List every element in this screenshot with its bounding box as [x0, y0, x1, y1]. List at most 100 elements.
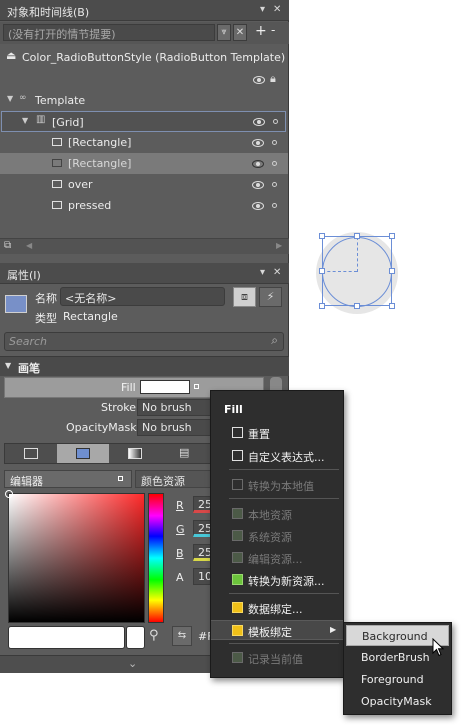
menu-item-system-resource[interactable]: 系统资源 — [211, 526, 343, 546]
menu-item-data-binding[interactable]: 数据绑定... — [211, 598, 343, 618]
tree-item-pressed[interactable]: pressed — [0, 195, 288, 216]
close-icon[interactable]: ✕ — [273, 267, 281, 278]
color-preview-new — [8, 626, 125, 649]
lock-dot-icon[interactable] — [272, 182, 277, 187]
no-brush-tab[interactable] — [5, 444, 57, 463]
tree-item-label: pressed — [68, 199, 112, 212]
tree-item-grid[interactable]: ▼ ▥ [Grid] — [1, 111, 286, 132]
close-storyboard-icon[interactable]: ✕ — [233, 24, 247, 41]
tree-item-rectangle[interactable]: [Rectangle] — [0, 132, 288, 153]
menu-item-custom-expression[interactable]: 自定义表达式... — [211, 446, 343, 466]
channel-b-label: B — [176, 547, 184, 560]
storyboard-selector[interactable]: (没有打开的情节提要) — [3, 24, 215, 41]
submenu-item-foreground[interactable]: Foreground — [346, 669, 449, 690]
tab-color-resources[interactable]: 颜色资源 — [135, 470, 211, 488]
rectangle-icon — [52, 138, 62, 146]
properties-view-icon[interactable]: ⧈ — [233, 287, 256, 307]
submenu-item-label: OpacityMask — [361, 695, 432, 708]
eye-icon[interactable] — [252, 202, 264, 210]
resize-handle[interactable] — [389, 233, 395, 239]
menu-item-convert-local[interactable]: 转换为本地值 — [211, 475, 343, 495]
pin-icon[interactable]: ▾ — [260, 4, 265, 15]
submenu-arrow-icon: ▶ — [330, 625, 337, 634]
lock-icon[interactable]: 🔒︎ — [270, 72, 276, 86]
grid-icon: ▥ — [36, 114, 46, 125]
tree-item-label: Template — [35, 94, 86, 107]
menu-item-record-current-value[interactable]: 记录当前值 — [211, 648, 343, 668]
opacitymask-label: OpacityMask — [66, 421, 137, 434]
chevron-down-icon[interactable]: ⌄ — [128, 657, 137, 670]
menu-separator — [229, 498, 339, 499]
resize-handle[interactable] — [319, 303, 325, 309]
menu-separator — [229, 469, 339, 470]
template-binding-submenu: Background BorderBrush Foreground Opacit… — [343, 622, 452, 715]
advanced-options-icon[interactable] — [194, 384, 199, 389]
swap-color-icon[interactable]: ⇆ — [172, 626, 192, 646]
resize-handle[interactable] — [354, 233, 360, 239]
resource-brush-tab[interactable]: ▤ — [161, 444, 211, 463]
solid-brush-tab[interactable] — [57, 444, 109, 463]
eye-icon[interactable] — [252, 160, 264, 168]
lock-dot-icon[interactable] — [272, 140, 277, 145]
menu-item-label: 记录当前值 — [248, 653, 303, 666]
color-saturation-picker[interactable] — [5, 490, 145, 623]
name-input[interactable]: <无名称> — [60, 287, 225, 306]
chevron-down-icon[interactable]: ⩔ — [217, 24, 231, 41]
eye-icon[interactable] — [252, 181, 264, 189]
expand-icon[interactable]: ▼ — [7, 94, 13, 103]
menu-item-convert-new-resource[interactable]: 转换为新资源... — [211, 570, 343, 590]
close-icon[interactable]: ✕ — [273, 4, 281, 15]
resize-handle[interactable] — [319, 233, 325, 239]
lock-dot-icon[interactable] — [272, 203, 277, 208]
resize-handle[interactable] — [389, 303, 395, 309]
scope-up-icon[interactable]: ⏏ — [6, 49, 16, 62]
search-input[interactable]: Search ⌕ — [4, 332, 284, 351]
hue-slider[interactable] — [148, 493, 164, 623]
pin-icon[interactable]: ▾ — [260, 267, 265, 278]
expand-icon[interactable]: ▼ — [22, 116, 28, 125]
tree-item-label: [Rectangle] — [68, 136, 132, 149]
data-binding-icon — [232, 602, 243, 613]
submenu-item-opacitymask[interactable]: OpacityMask — [346, 691, 449, 712]
gradient-brush-tab[interactable] — [109, 444, 161, 463]
menu-item-label: 编辑资源... — [248, 553, 303, 566]
no-brush-icon — [24, 448, 38, 459]
scroll-left-icon[interactable]: ◀ — [26, 241, 32, 250]
eye-icon[interactable] — [253, 76, 265, 84]
new-resource-icon — [232, 574, 243, 585]
events-view-icon[interactable]: ⚡︎ — [259, 287, 282, 307]
tree-item-over[interactable]: over — [0, 174, 288, 195]
add-storyboard-icon[interactable]: + — [255, 23, 267, 39]
more-icon[interactable]: - — [271, 23, 275, 37]
collapse-icon[interactable]: ▼ — [5, 361, 11, 370]
menu-item-reset[interactable]: 重置 — [211, 423, 343, 443]
lock-dot-icon[interactable] — [273, 119, 278, 124]
fill-swatch[interactable] — [140, 380, 190, 394]
color-picker-handle[interactable] — [5, 490, 13, 498]
menu-item-local-resource[interactable]: 本地资源 — [211, 504, 343, 524]
menu-item-edit-resource[interactable]: 编辑资源... — [211, 548, 343, 568]
opacitymask-value-field[interactable]: No brush — [137, 419, 212, 436]
eye-icon[interactable] — [252, 139, 264, 147]
advanced-options-icon[interactable] — [118, 476, 123, 481]
brush-section-header[interactable]: ▼ 画笔 — [0, 356, 289, 376]
tree-item-template[interactable]: ▼ ∞ Template — [0, 90, 288, 111]
lock-dot-icon[interactable] — [272, 161, 277, 166]
stroke-value-field[interactable]: No brush — [137, 399, 212, 416]
timeline-toggle-icon[interactable]: ⧉ — [4, 240, 11, 251]
color-preview-initial — [126, 626, 145, 649]
stroke-value: No brush — [142, 401, 192, 414]
horizontal-scrollbar[interactable]: ⧉ ◀ ▶ — [0, 238, 289, 254]
eye-icon[interactable] — [253, 118, 265, 126]
resize-handle[interactable] — [319, 268, 325, 274]
submenu-item-label: Background — [362, 630, 428, 643]
menu-item-label: 模板绑定 — [248, 626, 292, 639]
tab-editor[interactable]: 编辑器 — [4, 470, 132, 488]
menu-item-template-binding[interactable]: 模板绑定 ▶ — [211, 620, 343, 640]
eyedropper-icon[interactable]: ⚲ — [149, 628, 159, 643]
resize-handle[interactable] — [354, 303, 360, 309]
scroll-right-icon[interactable]: ▶ — [276, 241, 282, 250]
gradient-brush-icon — [128, 448, 142, 459]
tree-item-rectangle-selected[interactable]: [Rectangle] — [0, 153, 288, 174]
resize-handle[interactable] — [389, 268, 395, 274]
